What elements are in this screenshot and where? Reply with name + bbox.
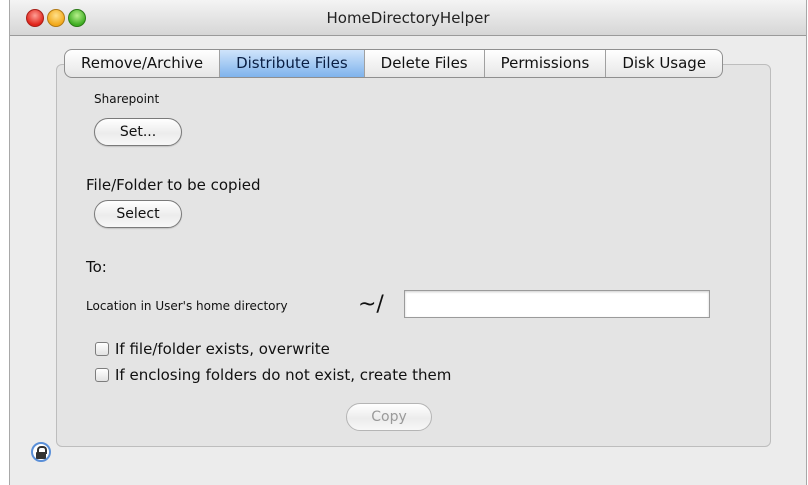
- window-title: HomeDirectoryHelper: [326, 9, 490, 27]
- lock-body: [36, 452, 46, 459]
- lock-icon[interactable]: [31, 442, 51, 462]
- app-window: HomeDirectoryHelper Remove/Archive Distr…: [9, 0, 807, 485]
- location-path-input[interactable]: [404, 290, 710, 318]
- tab-delete-files[interactable]: Delete Files: [365, 50, 485, 77]
- file-folder-label: File/Folder to be copied: [86, 176, 261, 194]
- overwrite-option[interactable]: If file/folder exists, overwrite: [95, 340, 330, 358]
- tab-remove-archive[interactable]: Remove/Archive: [65, 50, 221, 77]
- create-folders-label: If enclosing folders do not exist, creat…: [115, 366, 452, 384]
- tab-permissions[interactable]: Permissions: [485, 50, 607, 77]
- tab-disk-usage[interactable]: Disk Usage: [606, 50, 722, 77]
- sharepoint-label: Sharepoint: [94, 92, 160, 106]
- overwrite-checkbox[interactable]: [95, 342, 109, 356]
- create-folders-option[interactable]: If enclosing folders do not exist, creat…: [95, 366, 451, 384]
- location-label: Location in User's home directory: [86, 299, 288, 313]
- set-sharepoint-button[interactable]: Set...: [94, 118, 182, 146]
- title-bar: HomeDirectoryHelper: [10, 0, 806, 36]
- select-file-button[interactable]: Select: [94, 200, 182, 228]
- create-folders-checkbox[interactable]: [95, 368, 109, 382]
- home-prefix-label: ~/: [358, 292, 384, 317]
- to-label: To:: [86, 258, 107, 276]
- copy-button[interactable]: Copy: [346, 403, 432, 431]
- tab-distribute-files[interactable]: Distribute Files: [220, 50, 365, 77]
- overwrite-label: If file/folder exists, overwrite: [115, 340, 330, 358]
- tab-bar: Remove/Archive Distribute Files Delete F…: [64, 49, 724, 78]
